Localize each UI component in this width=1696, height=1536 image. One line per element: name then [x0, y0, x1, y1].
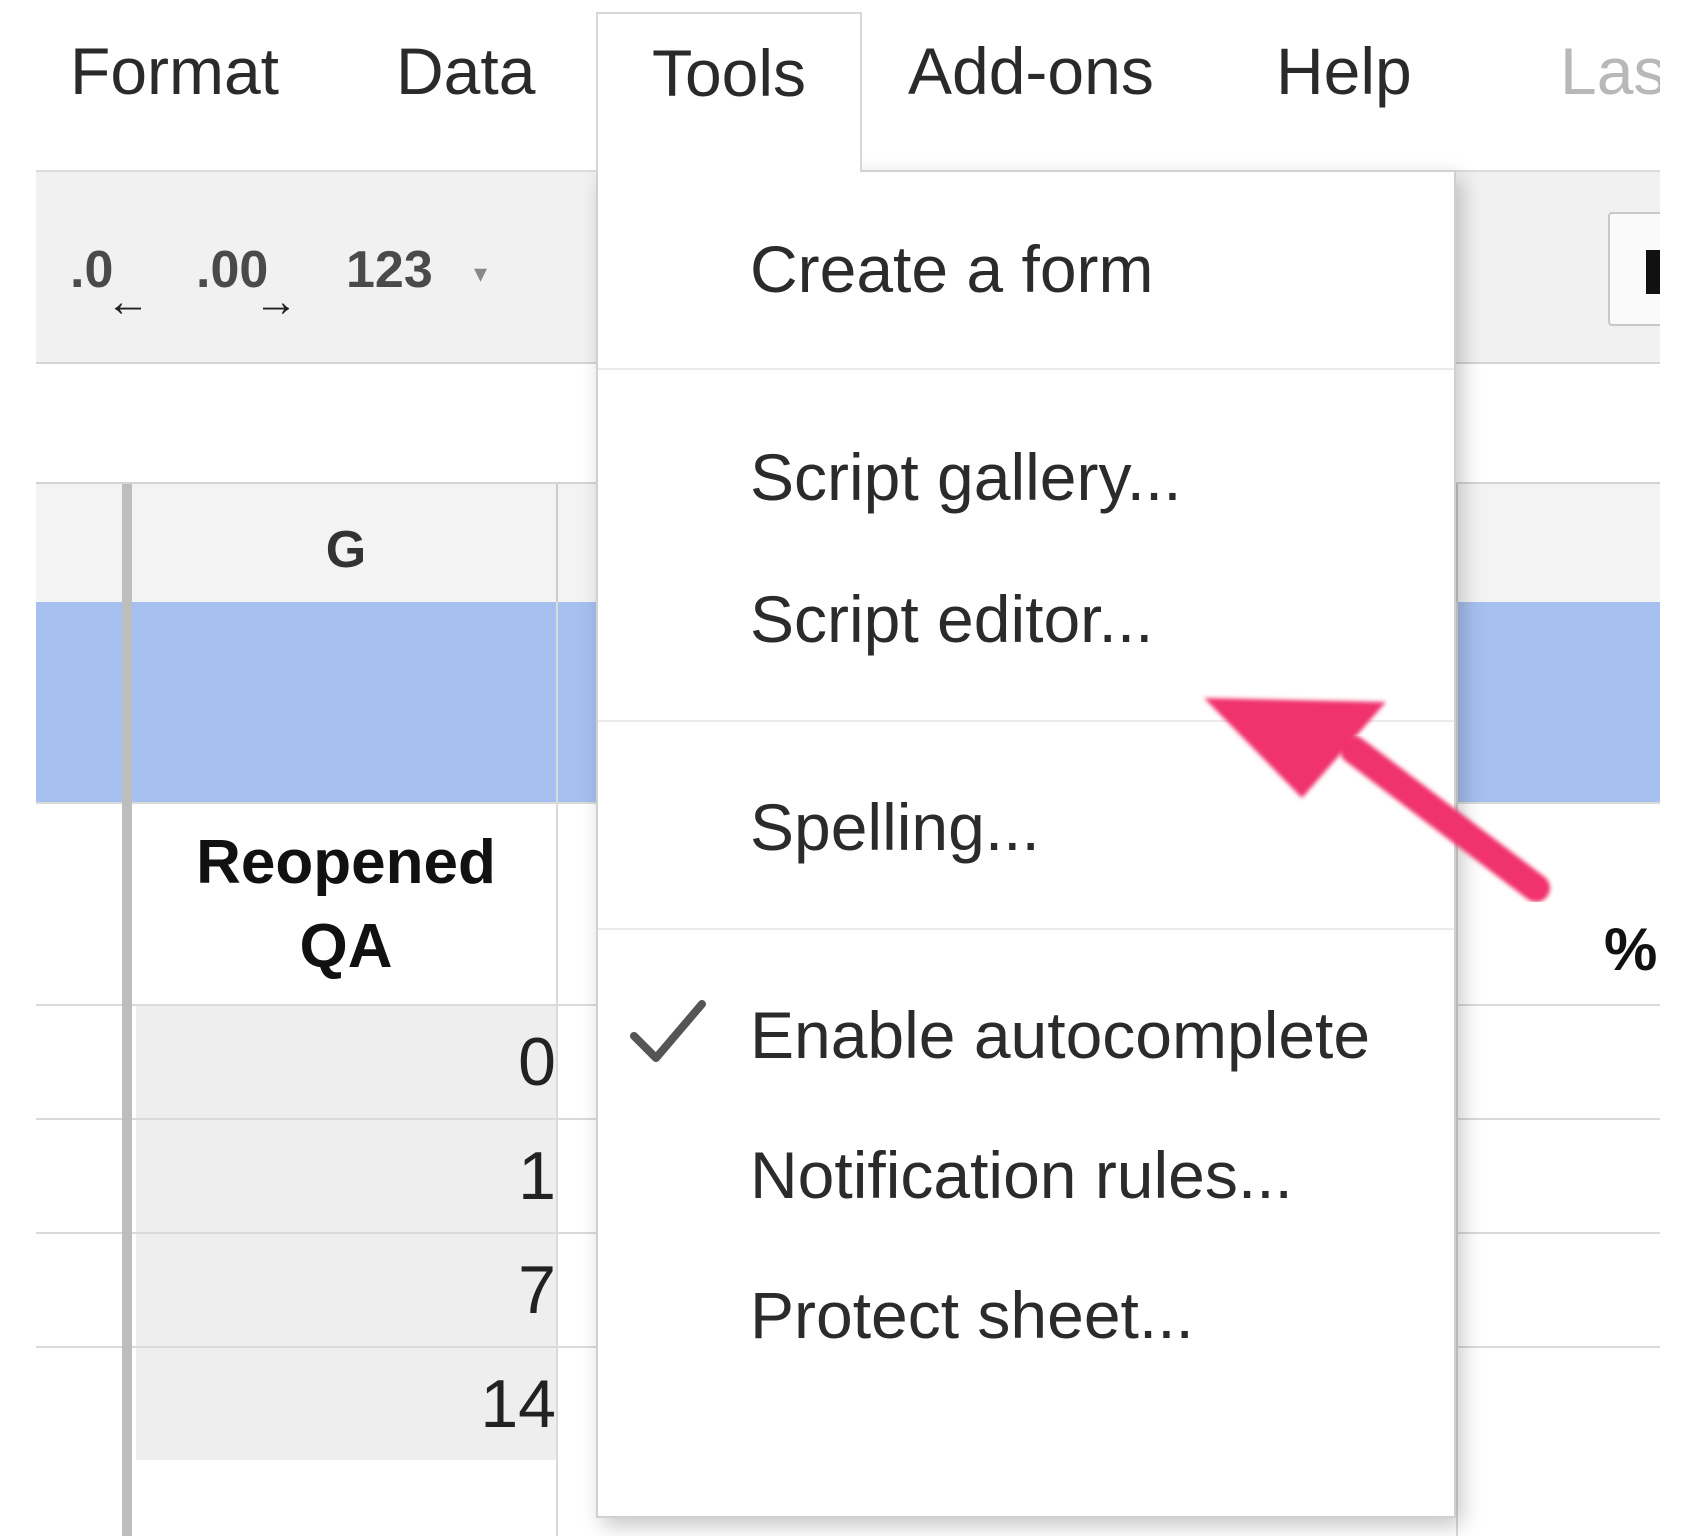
last-edit-link[interactable]: Las	[1560, 38, 1660, 104]
cell-value: 0	[518, 1024, 556, 1100]
menu-item-script-gallery[interactable]: Script gallery...	[750, 444, 1182, 510]
caret-down-icon: ▾	[474, 258, 488, 288]
menu-add-ons[interactable]: Add-ons	[908, 38, 1154, 104]
arrow-left-icon: ←	[106, 277, 150, 326]
grid-line	[1456, 602, 1458, 1536]
cell-value: 14	[480, 1366, 556, 1442]
column-separator[interactable]	[556, 484, 558, 602]
menu-tools[interactable]: Tools	[596, 12, 862, 172]
cell-value: 1	[518, 1138, 556, 1214]
menu-format[interactable]: Format	[70, 38, 279, 104]
menu-item-script-editor[interactable]: Script editor...	[750, 586, 1154, 652]
decrease-decimal-button[interactable]: .0 ←	[70, 212, 160, 326]
screenshot-stage: Format Data Add-ons Help Las .0 ← .00 → …	[0, 0, 1696, 1536]
menu-item-protect-sheet[interactable]: Protect sheet...	[750, 1282, 1194, 1348]
menu-item-notification-rules[interactable]: Notification rules...	[750, 1142, 1293, 1208]
frozen-column-divider[interactable]	[122, 484, 132, 1536]
menu-item-spelling[interactable]: Spelling...	[750, 794, 1040, 860]
menu-separator	[598, 928, 1454, 930]
tools-dropdown-menu: Create a form Script gallery... Script e…	[596, 170, 1456, 1518]
grid-line	[556, 602, 558, 1536]
header-cell-line-2: QA	[299, 912, 393, 981]
menu-data[interactable]: Data	[396, 38, 535, 104]
column-separator[interactable]	[1456, 484, 1458, 602]
increase-decimal-button[interactable]: .00 →	[196, 212, 316, 326]
checkmark-icon	[630, 1000, 706, 1062]
menu-item-create-form[interactable]: Create a form	[750, 236, 1153, 302]
more-formats-label: 123	[346, 241, 433, 299]
menu-separator	[598, 368, 1454, 370]
column-header-g[interactable]: G	[136, 520, 556, 580]
menu-item-enable-autocomplete[interactable]: Enable autocomplete	[750, 1002, 1370, 1068]
arrow-right-icon: →	[254, 277, 298, 326]
header-cell-line-1: Reopened	[196, 828, 496, 897]
more-formats-button[interactable]: 123 ▾	[346, 212, 506, 322]
partial-header-text: %	[1604, 916, 1658, 983]
menu-separator	[598, 720, 1454, 722]
bold-icon	[1646, 250, 1660, 294]
spreadsheet-window: Format Data Add-ons Help Las .0 ← .00 → …	[36, 12, 1660, 1536]
menu-help[interactable]: Help	[1276, 38, 1412, 104]
cell-value: 7	[518, 1252, 556, 1328]
